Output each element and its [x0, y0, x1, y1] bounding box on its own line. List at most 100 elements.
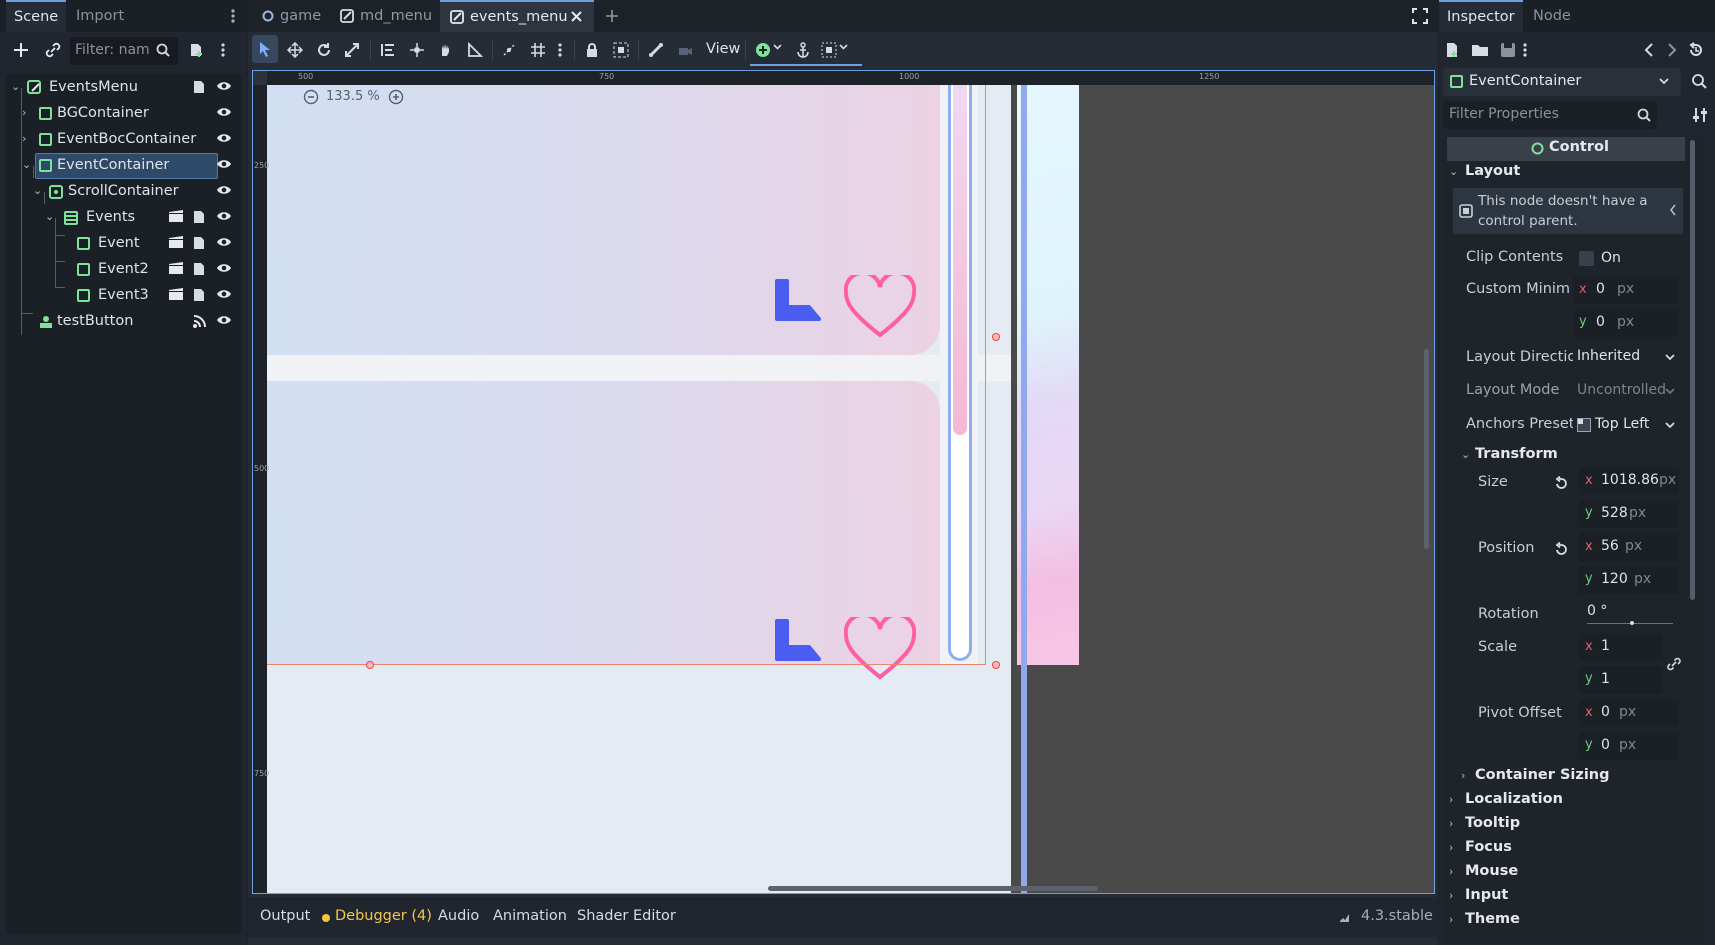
revert-icon[interactable]: [1554, 542, 1568, 556]
zoom-out-icon[interactable]: [303, 89, 319, 105]
scene-filter-input[interactable]: Filter: nam: [70, 37, 178, 65]
tree-item-events[interactable]: ⌄ Events: [6, 205, 242, 231]
tab-shader-editor[interactable]: Shader Editor: [577, 908, 676, 924]
tree-item-bgcontainer[interactable]: › BGContainer: [6, 101, 242, 127]
anchors-preset-select[interactable]: Top Left: [1573, 411, 1679, 439]
size-y-field[interactable]: y 528 px: [1579, 500, 1679, 528]
tree-item-eventsmenu[interactable]: ⌄ EventsMenu: [6, 75, 242, 101]
chevron-down-icon[interactable]: [773, 44, 782, 50]
group-icon[interactable]: [609, 38, 633, 62]
close-icon[interactable]: [570, 10, 583, 23]
tab-debugger[interactable]: Debugger (4): [335, 908, 432, 924]
add-tab-icon[interactable]: [604, 8, 620, 24]
add-anchor-icon[interactable]: [751, 38, 775, 62]
script-icon[interactable]: [192, 287, 210, 305]
link-ratio-icon[interactable]: [1667, 657, 1681, 671]
snap-options-icon[interactable]: [554, 38, 566, 62]
history-forward-icon[interactable]: [1660, 38, 1684, 62]
list-select-icon[interactable]: [376, 38, 400, 62]
link-icon[interactable]: [41, 38, 65, 62]
revert-icon[interactable]: [1554, 476, 1568, 490]
new-resource-icon[interactable]: [1440, 38, 1464, 62]
visibility-eye-icon[interactable]: [216, 131, 234, 149]
position-y-field[interactable]: y 120 px: [1579, 566, 1679, 594]
tab-audio[interactable]: Audio: [438, 908, 479, 924]
script-icon[interactable]: [192, 79, 210, 97]
size-x-field[interactable]: x 1018.86 px: [1579, 467, 1679, 495]
select-mode-button[interactable]: [252, 35, 278, 63]
tree-item-eventboccontainer[interactable]: › EventBocContainer: [6, 127, 242, 153]
visibility-eye-icon[interactable]: [216, 235, 234, 253]
move-icon[interactable]: [283, 38, 307, 62]
custom-min-x-field[interactable]: x 0 px: [1573, 276, 1679, 304]
selection-handle[interactable]: [992, 333, 1000, 341]
tab-animation[interactable]: Animation: [493, 908, 567, 924]
section-tooltip[interactable]: › Tooltip: [1449, 814, 1701, 836]
rotate-icon[interactable]: [312, 38, 336, 62]
tab-game[interactable]: game: [252, 0, 328, 32]
custom-min-y-field[interactable]: y 0 px: [1573, 309, 1679, 337]
dock-menu-icon[interactable]: [226, 4, 240, 28]
property-tools-icon[interactable]: [1688, 103, 1712, 127]
signals-icon[interactable]: [192, 313, 210, 331]
history-icon[interactable]: [1684, 38, 1708, 62]
scene-menu-icon[interactable]: [216, 38, 230, 62]
inspector-scrollbar[interactable]: [1690, 140, 1695, 600]
chevron-left-icon[interactable]: [1669, 204, 1677, 216]
tree-item-event3[interactable]: Event3: [6, 283, 242, 309]
chevron-down-icon[interactable]: ⌄: [45, 210, 57, 223]
smart-snap-icon[interactable]: [497, 38, 521, 62]
section-theme[interactable]: › Theme: [1449, 910, 1701, 932]
pan-hand-icon[interactable]: [434, 38, 458, 62]
script-icon[interactable]: [192, 209, 210, 227]
visibility-eye-icon[interactable]: [216, 105, 234, 123]
visibility-eye-icon[interactable]: [216, 313, 234, 331]
clapperboard-icon[interactable]: [168, 287, 186, 305]
tree-item-event[interactable]: Event: [6, 231, 242, 257]
filter-properties-input[interactable]: Filter Properties: [1443, 101, 1657, 129]
chevron-right-icon[interactable]: ›: [22, 106, 34, 119]
zoom-level[interactable]: 133.5 %: [326, 89, 380, 104]
zoom-in-icon[interactable]: [388, 89, 404, 105]
section-focus[interactable]: › Focus: [1449, 838, 1701, 860]
visibility-eye-icon[interactable]: [216, 79, 234, 97]
script-icon[interactable]: [192, 235, 210, 253]
chevron-down-icon[interactable]: [839, 44, 848, 50]
node-selector[interactable]: EventContainer: [1443, 68, 1681, 96]
fullscreen-icon[interactable]: [1412, 8, 1428, 24]
tab-events-menu[interactable]: events_menu: [440, 0, 594, 32]
save-icon[interactable]: [1496, 38, 1520, 62]
rotation-slider-knob[interactable]: [1630, 621, 1634, 625]
history-back-icon[interactable]: [1637, 38, 1661, 62]
selection-handle[interactable]: [366, 661, 374, 669]
pivot-icon[interactable]: [405, 38, 429, 62]
position-x-field[interactable]: x 56 px: [1579, 533, 1679, 561]
layout-direction-select[interactable]: Inherited: [1573, 343, 1679, 371]
section-container-sizing[interactable]: › Container Sizing: [1461, 766, 1701, 788]
rotation-slider[interactable]: 0 °: [1579, 600, 1679, 628]
tab-md-menu[interactable]: md_menu: [334, 0, 434, 32]
anchor-icon[interactable]: [791, 38, 815, 62]
scale-x-field[interactable]: x 1: [1579, 633, 1663, 661]
clapperboard-icon[interactable]: [168, 235, 186, 253]
section-layout[interactable]: ⌄ Layout: [1449, 162, 1701, 184]
scale-icon[interactable]: [340, 38, 364, 62]
visibility-eye-icon[interactable]: [216, 209, 234, 227]
tree-item-testbutton[interactable]: testButton: [6, 309, 242, 335]
add-node-icon[interactable]: [9, 38, 33, 62]
lock-icon[interactable]: [580, 38, 604, 62]
script-icon[interactable]: [192, 261, 210, 279]
tab-inspector[interactable]: Inspector: [1439, 0, 1523, 32]
camera-override-icon[interactable]: [673, 38, 697, 62]
clapperboard-icon[interactable]: [168, 261, 186, 279]
visibility-eye-icon[interactable]: [216, 157, 234, 175]
visibility-eye-icon[interactable]: [216, 261, 234, 279]
pivot-y-field[interactable]: y 0 px: [1579, 732, 1679, 760]
canvas-viewport[interactable]: 500 750 1000 1250 250 500 750 133.5 %: [252, 70, 1435, 894]
ruler-icon[interactable]: [463, 38, 487, 62]
chevron-right-icon[interactable]: ›: [22, 132, 34, 145]
viewport-hscrollbar[interactable]: [768, 886, 1098, 891]
grid-snap-icon[interactable]: [526, 38, 550, 62]
viewport-vscrollbar[interactable]: [1424, 349, 1429, 549]
tab-output[interactable]: Output: [260, 908, 310, 924]
